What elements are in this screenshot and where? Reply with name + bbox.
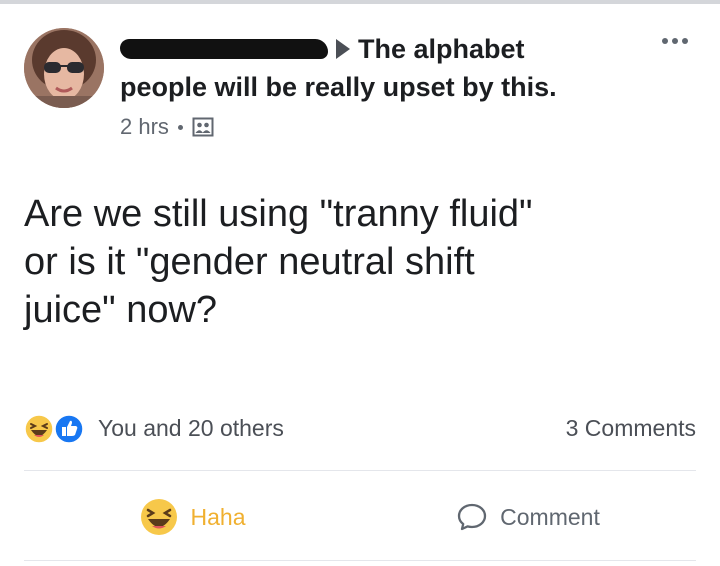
actions-divider bbox=[24, 470, 696, 471]
post-text: Are we still using "tranny fluid" or is … bbox=[24, 193, 533, 331]
bottom-divider bbox=[24, 560, 696, 561]
haha-icon bbox=[140, 499, 177, 535]
post-actions: Haha Comment bbox=[24, 492, 696, 542]
top-divider bbox=[0, 0, 720, 4]
like-reaction-icon bbox=[54, 414, 84, 444]
post-meta: 2 hrs bbox=[120, 114, 214, 140]
redacted-author-name bbox=[120, 38, 328, 59]
post-headline: The alphabet people will be really upset… bbox=[120, 30, 660, 106]
post-header: The alphabet people will be really upset… bbox=[24, 28, 704, 148]
haha-label: Haha bbox=[190, 503, 246, 530]
friends-icon[interactable] bbox=[192, 116, 214, 138]
post-timestamp[interactable]: 2 hrs bbox=[120, 114, 169, 140]
target-label[interactable]: The alphabet bbox=[358, 34, 525, 64]
headline-text: people will be really upset by this. bbox=[120, 72, 557, 102]
comments-count[interactable]: 3 Comments bbox=[566, 415, 696, 442]
separator-dot bbox=[177, 124, 183, 130]
comment-label: Comment bbox=[500, 503, 600, 530]
reaction-icons bbox=[24, 412, 94, 444]
reactions-summary[interactable]: You and 20 others bbox=[24, 412, 284, 444]
haha-reaction-icon bbox=[24, 414, 54, 444]
arrow-right-icon bbox=[336, 38, 350, 59]
more-options-icon[interactable] bbox=[662, 38, 688, 44]
avatar-image bbox=[24, 28, 104, 108]
comment-button[interactable]: Comment bbox=[360, 501, 696, 533]
comment-icon bbox=[457, 503, 487, 531]
avatar[interactable] bbox=[24, 28, 104, 108]
reactions-row: You and 20 others 3 Comments bbox=[24, 412, 696, 444]
haha-button[interactable]: Haha bbox=[24, 497, 360, 537]
reactions-count: You and 20 others bbox=[98, 414, 284, 441]
